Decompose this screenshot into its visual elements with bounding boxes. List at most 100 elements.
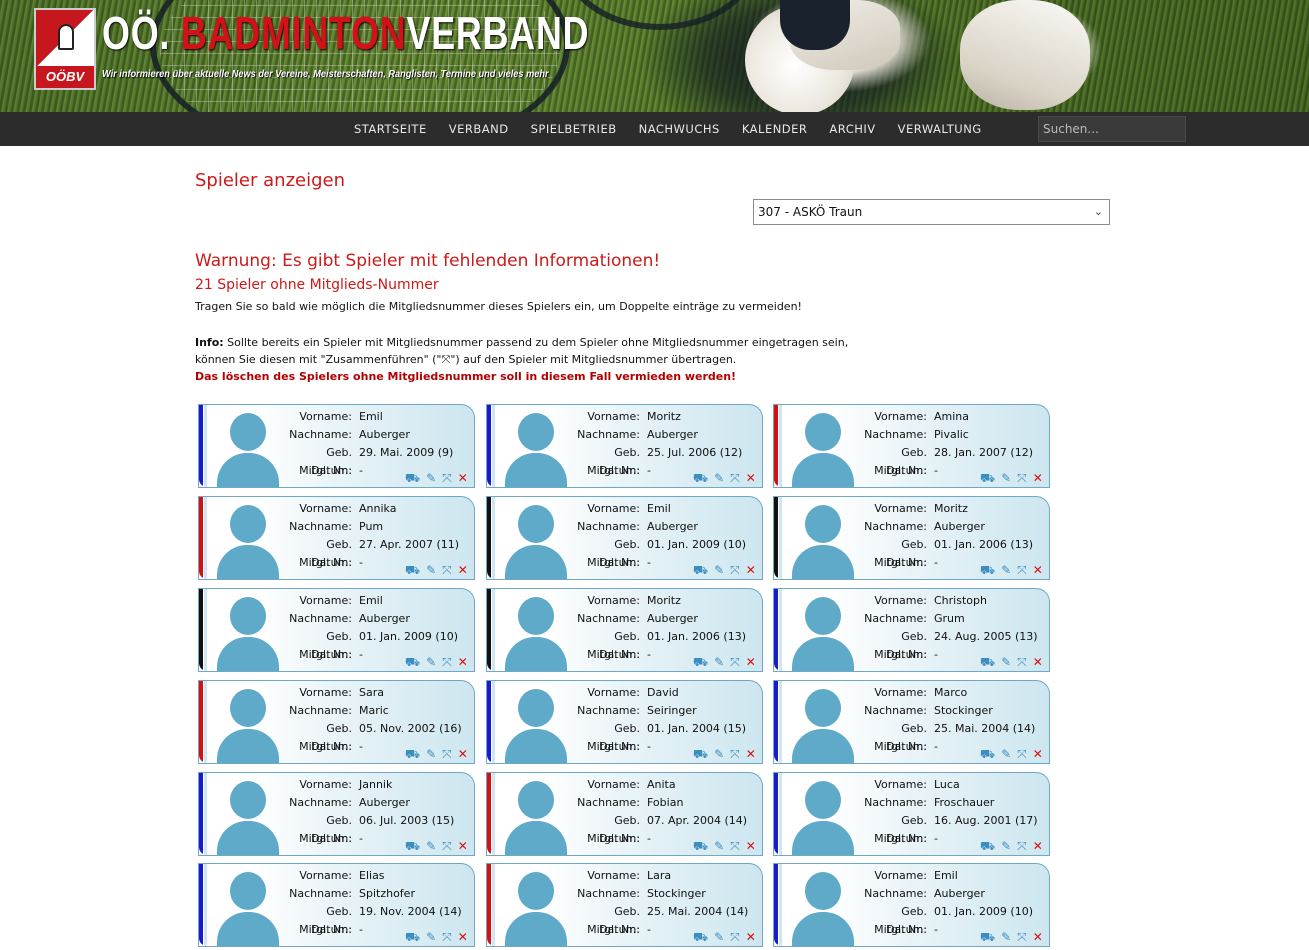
edit-icon[interactable]: ✎ xyxy=(426,747,436,761)
bus-icon[interactable]: ⛟ xyxy=(693,563,708,577)
edit-icon[interactable]: ✎ xyxy=(714,471,724,485)
player-card[interactable]: Vorname: Lara Nachname: Stockinger Geb. Da… xyxy=(486,863,763,947)
player-card[interactable]: Vorname: David Nachname: Seiringer Geb. Da… xyxy=(486,680,763,764)
merge-icon[interactable]: ⤧ xyxy=(1017,655,1027,669)
bus-icon[interactable]: ⛟ xyxy=(980,930,995,944)
bus-icon[interactable]: ⛟ xyxy=(693,930,708,944)
delete-icon[interactable]: ✕ xyxy=(1033,471,1043,485)
player-card[interactable]: Vorname: Jannik Nachname: Auberger Geb. Da… xyxy=(198,772,475,856)
bus-icon[interactable]: ⛟ xyxy=(693,839,708,853)
edit-icon[interactable]: ✎ xyxy=(714,747,724,761)
edit-icon[interactable]: ✎ xyxy=(426,471,436,485)
player-card[interactable]: Vorname: Amina Nachname: Pivalic Geb. Datu… xyxy=(773,404,1050,488)
site-logo[interactable]: OÖBV xyxy=(34,8,96,90)
edit-icon[interactable]: ✎ xyxy=(1001,563,1011,577)
nav-item-kalender[interactable]: KALENDER xyxy=(731,112,819,146)
bus-icon[interactable]: ⛟ xyxy=(693,471,708,485)
player-card[interactable]: Vorname: Emil Nachname: Auberger Geb. Datu… xyxy=(773,863,1050,947)
delete-icon[interactable]: ✕ xyxy=(746,930,756,944)
bus-icon[interactable]: ⛟ xyxy=(405,655,420,669)
player-card[interactable]: Vorname: Luca Nachname: Froschauer Geb. Da… xyxy=(773,772,1050,856)
edit-icon[interactable]: ✎ xyxy=(1001,839,1011,853)
bus-icon[interactable]: ⛟ xyxy=(980,839,995,853)
delete-icon[interactable]: ✕ xyxy=(458,839,468,853)
player-card[interactable]: Vorname: Marco Nachname: Stockinger Geb. D… xyxy=(773,680,1050,764)
delete-icon[interactable]: ✕ xyxy=(746,747,756,761)
delete-icon[interactable]: ✕ xyxy=(458,930,468,944)
bus-icon[interactable]: ⛟ xyxy=(980,471,995,485)
player-card[interactable]: Vorname: Annika Nachname: Pum Geb. Datum: 2… xyxy=(198,496,475,580)
delete-icon[interactable]: ✕ xyxy=(746,655,756,669)
delete-icon[interactable]: ✕ xyxy=(746,471,756,485)
edit-icon[interactable]: ✎ xyxy=(426,563,436,577)
bus-icon[interactable]: ⛟ xyxy=(405,930,420,944)
edit-icon[interactable]: ✎ xyxy=(1001,747,1011,761)
bus-icon[interactable]: ⛟ xyxy=(980,655,995,669)
merge-icon[interactable]: ⤧ xyxy=(730,747,740,761)
player-card[interactable]: Vorname: Sara Nachname: Maric Geb. Datum: 0… xyxy=(198,680,475,764)
merge-icon[interactable]: ⤧ xyxy=(1017,747,1027,761)
bus-icon[interactable]: ⛟ xyxy=(405,563,420,577)
edit-icon[interactable]: ✎ xyxy=(714,563,724,577)
merge-icon[interactable]: ⤧ xyxy=(730,563,740,577)
player-card[interactable]: Vorname: Elias Nachname: Spitzhofer Geb. D… xyxy=(198,863,475,947)
player-card[interactable]: Vorname: Emil Nachname: Auberger Geb. Datu… xyxy=(486,496,763,580)
player-card[interactable]: Vorname: Emil Nachname: Auberger Geb. Datu… xyxy=(198,404,475,488)
player-card[interactable]: Vorname: Moritz Nachname: Auberger Geb. Da… xyxy=(486,404,763,488)
bus-icon[interactable]: ⛟ xyxy=(405,839,420,853)
edit-icon[interactable]: ✎ xyxy=(714,839,724,853)
bus-icon[interactable]: ⛟ xyxy=(405,471,420,485)
edit-icon[interactable]: ✎ xyxy=(1001,471,1011,485)
edit-icon[interactable]: ✎ xyxy=(1001,655,1011,669)
merge-icon[interactable]: ⤧ xyxy=(1017,839,1027,853)
delete-icon[interactable]: ✕ xyxy=(1033,563,1043,577)
bus-icon[interactable]: ⛟ xyxy=(405,747,420,761)
player-card[interactable]: Vorname: Emil Nachname: Auberger Geb. Datu… xyxy=(198,588,475,672)
site-brand[interactable]: OÖ. BADMINTONVERBAND xyxy=(102,6,589,60)
bus-icon[interactable]: ⛟ xyxy=(693,747,708,761)
merge-icon[interactable]: ⤧ xyxy=(730,471,740,485)
delete-icon[interactable]: ✕ xyxy=(458,747,468,761)
nav-item-spielbetrieb[interactable]: SPIELBETRIEB xyxy=(520,112,628,146)
nav-item-verband[interactable]: VERBAND xyxy=(438,112,520,146)
bus-icon[interactable]: ⛟ xyxy=(980,563,995,577)
nav-item-verwaltung[interactable]: VERWALTUNG xyxy=(887,112,993,146)
delete-icon[interactable]: ✕ xyxy=(458,655,468,669)
delete-icon[interactable]: ✕ xyxy=(1033,839,1043,853)
merge-icon[interactable]: ⤧ xyxy=(442,471,452,485)
delete-icon[interactable]: ✕ xyxy=(1033,655,1043,669)
search-input[interactable] xyxy=(1038,116,1186,142)
club-select[interactable]: 307 - ASKÖ Traun ⌄ xyxy=(753,199,1110,225)
delete-icon[interactable]: ✕ xyxy=(458,563,468,577)
nav-item-nachwuchs[interactable]: NACHWUCHS xyxy=(628,112,731,146)
nav-item-startseite[interactable]: STARTSEITE xyxy=(343,112,438,146)
merge-icon[interactable]: ⤧ xyxy=(730,655,740,669)
edit-icon[interactable]: ✎ xyxy=(426,839,436,853)
merge-icon[interactable]: ⤧ xyxy=(1017,563,1027,577)
player-card[interactable]: Vorname: Christoph Nachname: Grum Geb. Dat… xyxy=(773,588,1050,672)
bus-icon[interactable]: ⛟ xyxy=(693,655,708,669)
merge-icon[interactable]: ⤧ xyxy=(442,655,452,669)
player-card[interactable]: Vorname: Moritz Nachname: Auberger Geb. Da… xyxy=(773,496,1050,580)
merge-icon[interactable]: ⤧ xyxy=(1017,930,1027,944)
merge-icon[interactable]: ⤧ xyxy=(730,930,740,944)
merge-icon[interactable]: ⤧ xyxy=(442,563,452,577)
merge-icon[interactable]: ⤧ xyxy=(442,839,452,853)
delete-icon[interactable]: ✕ xyxy=(746,563,756,577)
nav-item-archiv[interactable]: ARCHIV xyxy=(818,112,886,146)
bus-icon[interactable]: ⛟ xyxy=(980,747,995,761)
edit-icon[interactable]: ✎ xyxy=(714,655,724,669)
merge-icon[interactable]: ⤧ xyxy=(1017,471,1027,485)
merge-icon[interactable]: ⤧ xyxy=(442,747,452,761)
merge-icon[interactable]: ⤧ xyxy=(442,930,452,944)
merge-icon[interactable]: ⤧ xyxy=(730,839,740,853)
edit-icon[interactable]: ✎ xyxy=(714,930,724,944)
edit-icon[interactable]: ✎ xyxy=(426,655,436,669)
delete-icon[interactable]: ✕ xyxy=(1033,930,1043,944)
delete-icon[interactable]: ✕ xyxy=(746,839,756,853)
delete-icon[interactable]: ✕ xyxy=(458,471,468,485)
delete-icon[interactable]: ✕ xyxy=(1033,747,1043,761)
player-card[interactable]: Vorname: Moritz Nachname: Auberger Geb. Da… xyxy=(486,588,763,672)
player-card[interactable]: Vorname: Anita Nachname: Fobian Geb. Datum… xyxy=(486,772,763,856)
edit-icon[interactable]: ✎ xyxy=(426,930,436,944)
